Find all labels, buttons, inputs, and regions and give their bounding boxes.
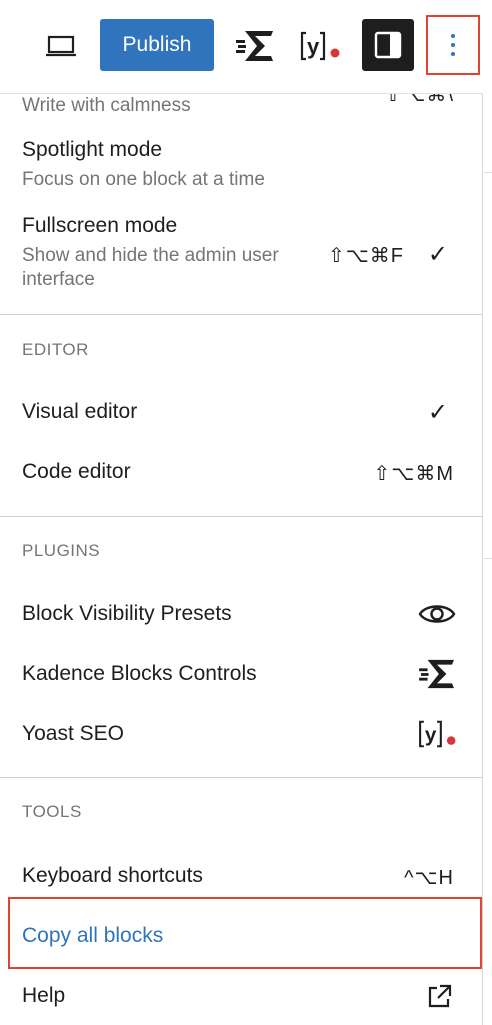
- yoast-icon: y: [300, 31, 340, 61]
- eye-icon: [418, 605, 456, 623]
- sidebar-icon: [374, 31, 402, 59]
- help-label: Help: [22, 984, 66, 1007]
- yoast-seo-button[interactable]: y: [294, 22, 348, 70]
- settings-sidebar-toggle[interactable]: [362, 19, 414, 71]
- kadence-controls-label: Kadence Blocks Controls: [22, 662, 257, 685]
- background-divider: [482, 172, 492, 173]
- options-dropdown-menu: Write with calmness ⇧⌥⌘\ Spotlight mode …: [0, 93, 483, 1025]
- visual-editor-label: Visual editor: [22, 400, 138, 423]
- code-editor-label: Code editor: [22, 460, 131, 483]
- fullscreen-mode-label: Fullscreen mode: [22, 214, 178, 237]
- menu-item-visual-editor[interactable]: Visual editor ✓: [0, 386, 482, 438]
- kadence-icon: [236, 31, 273, 61]
- yoast-icon: y: [419, 720, 456, 748]
- editor-toolbar: Publish y: [0, 0, 492, 92]
- spotlight-mode-description: Focus on one block at a time: [22, 169, 265, 190]
- options-menu-button[interactable]: [426, 15, 480, 75]
- tools-section-title: TOOLS: [22, 802, 82, 821]
- svg-text:y: y: [307, 34, 320, 59]
- block-visibility-label: Block Visibility Presets: [22, 602, 232, 625]
- menu-item-fullscreen-mode[interactable]: Fullscreen mode Show and hide the admin …: [0, 206, 482, 298]
- menu-item-code-editor[interactable]: Code editor ⇧⌥⌘M: [0, 446, 482, 498]
- code-editor-shortcut: ⇧⌥⌘M: [373, 463, 454, 485]
- visual-editor-checkmark-icon: ✓: [427, 399, 448, 426]
- kadence-icon: [419, 659, 454, 689]
- publish-label: Publish: [122, 33, 192, 56]
- fullscreen-mode-description: Show and hide the admin user interface: [22, 245, 279, 290]
- menu-item-spotlight-mode[interactable]: Spotlight mode Focus on one block at a t…: [0, 132, 482, 194]
- more-vertical-icon: [451, 34, 455, 56]
- menu-item-yoast-seo[interactable]: Yoast SEO y: [0, 708, 482, 760]
- menu-item-keyboard-shortcuts[interactable]: Keyboard shortcuts ^⌥H: [0, 850, 482, 902]
- spotlight-mode-label: Spotlight mode: [22, 138, 163, 161]
- menu-divider: [0, 777, 482, 778]
- background-divider: [482, 558, 492, 559]
- external-link-icon: [428, 984, 452, 1008]
- preview-button[interactable]: [38, 22, 84, 70]
- yoast-seo-label: Yoast SEO: [22, 722, 124, 745]
- editor-section-title: EDITOR: [22, 340, 89, 359]
- distraction-free-shortcut: ⇧⌥⌘\: [384, 93, 454, 106]
- publish-button[interactable]: Publish: [100, 19, 214, 71]
- copy-all-blocks-highlight: [8, 897, 482, 969]
- menu-item-kadence-blocks-controls[interactable]: Kadence Blocks Controls: [0, 648, 482, 700]
- laptop-icon: [46, 35, 76, 57]
- menu-item-help[interactable]: Help: [0, 970, 482, 1022]
- fullscreen-checkmark-icon: ✓: [427, 241, 448, 268]
- svg-text:y: y: [425, 724, 437, 747]
- menu-divider: [0, 314, 482, 315]
- menu-item-block-visibility-presets[interactable]: Block Visibility Presets: [0, 588, 482, 640]
- keyboard-shortcuts-shortcut: ^⌥H: [404, 867, 454, 889]
- plugins-section-title: PLUGINS: [22, 541, 101, 560]
- menu-divider: [0, 516, 482, 517]
- kadence-blocks-button[interactable]: [230, 22, 280, 70]
- menu-item-distraction-free[interactable]: Write with calmness ⇧⌥⌘\: [0, 94, 482, 120]
- keyboard-shortcuts-label: Keyboard shortcuts: [22, 864, 203, 887]
- distraction-free-description: Write with calmness: [22, 95, 191, 116]
- fullscreen-mode-shortcut: ⇧⌥⌘F: [327, 245, 404, 267]
